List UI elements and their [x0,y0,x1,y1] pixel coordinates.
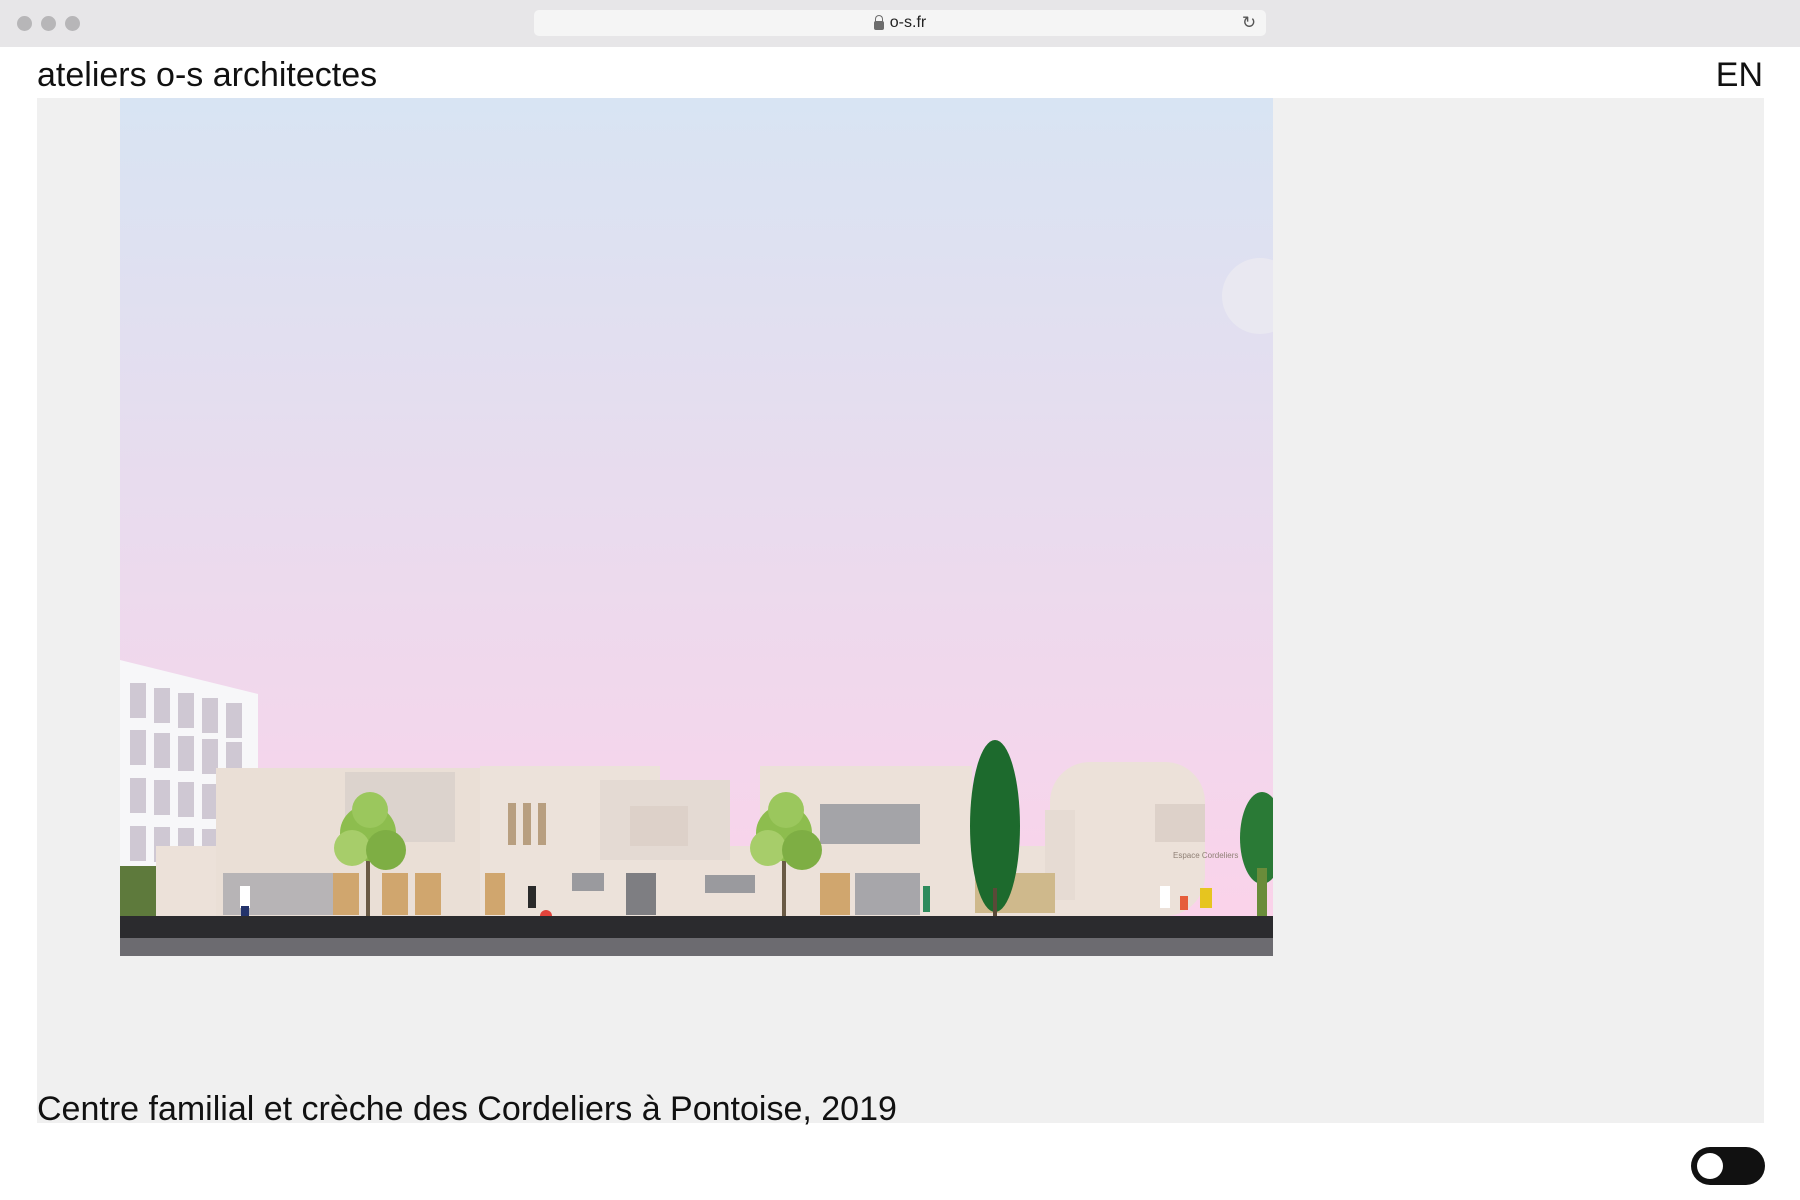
minimize-window-button[interactable] [41,16,56,31]
address-bar-content: o-s.fr [534,10,1266,36]
project-gallery[interactable]: Espace Cordeliers [37,98,1764,1123]
address-bar[interactable]: o-s.fr ↻ [534,10,1266,36]
project-elevation-illustration: Espace Cordeliers [120,98,1273,956]
browser-window: o-s.fr ↻ ateliers o-s architectes EN Esp… [0,0,1800,1200]
url-text: o-s.fr [889,14,927,31]
zoom-window-button[interactable] [65,16,80,31]
language-switch-link[interactable]: EN [1716,56,1763,95]
project-image[interactable]: Espace Cordeliers [120,98,1273,956]
toggle-knob [1697,1153,1723,1179]
lock-icon [873,14,884,30]
close-window-button[interactable] [17,16,32,31]
reload-icon[interactable]: ↻ [1240,14,1258,32]
road-edge [120,938,1273,956]
browser-toolbar: o-s.fr ↻ [0,0,1800,47]
road [120,916,1273,938]
creche-building: Espace Cordeliers [156,762,1238,916]
building-sign: Espace Cordeliers [1173,851,1238,860]
site-title-link[interactable]: ateliers o-s architectes [37,56,377,95]
theme-toggle[interactable] [1691,1147,1765,1185]
project-caption: Centre familial et crèche des Cordeliers… [37,1090,897,1128]
